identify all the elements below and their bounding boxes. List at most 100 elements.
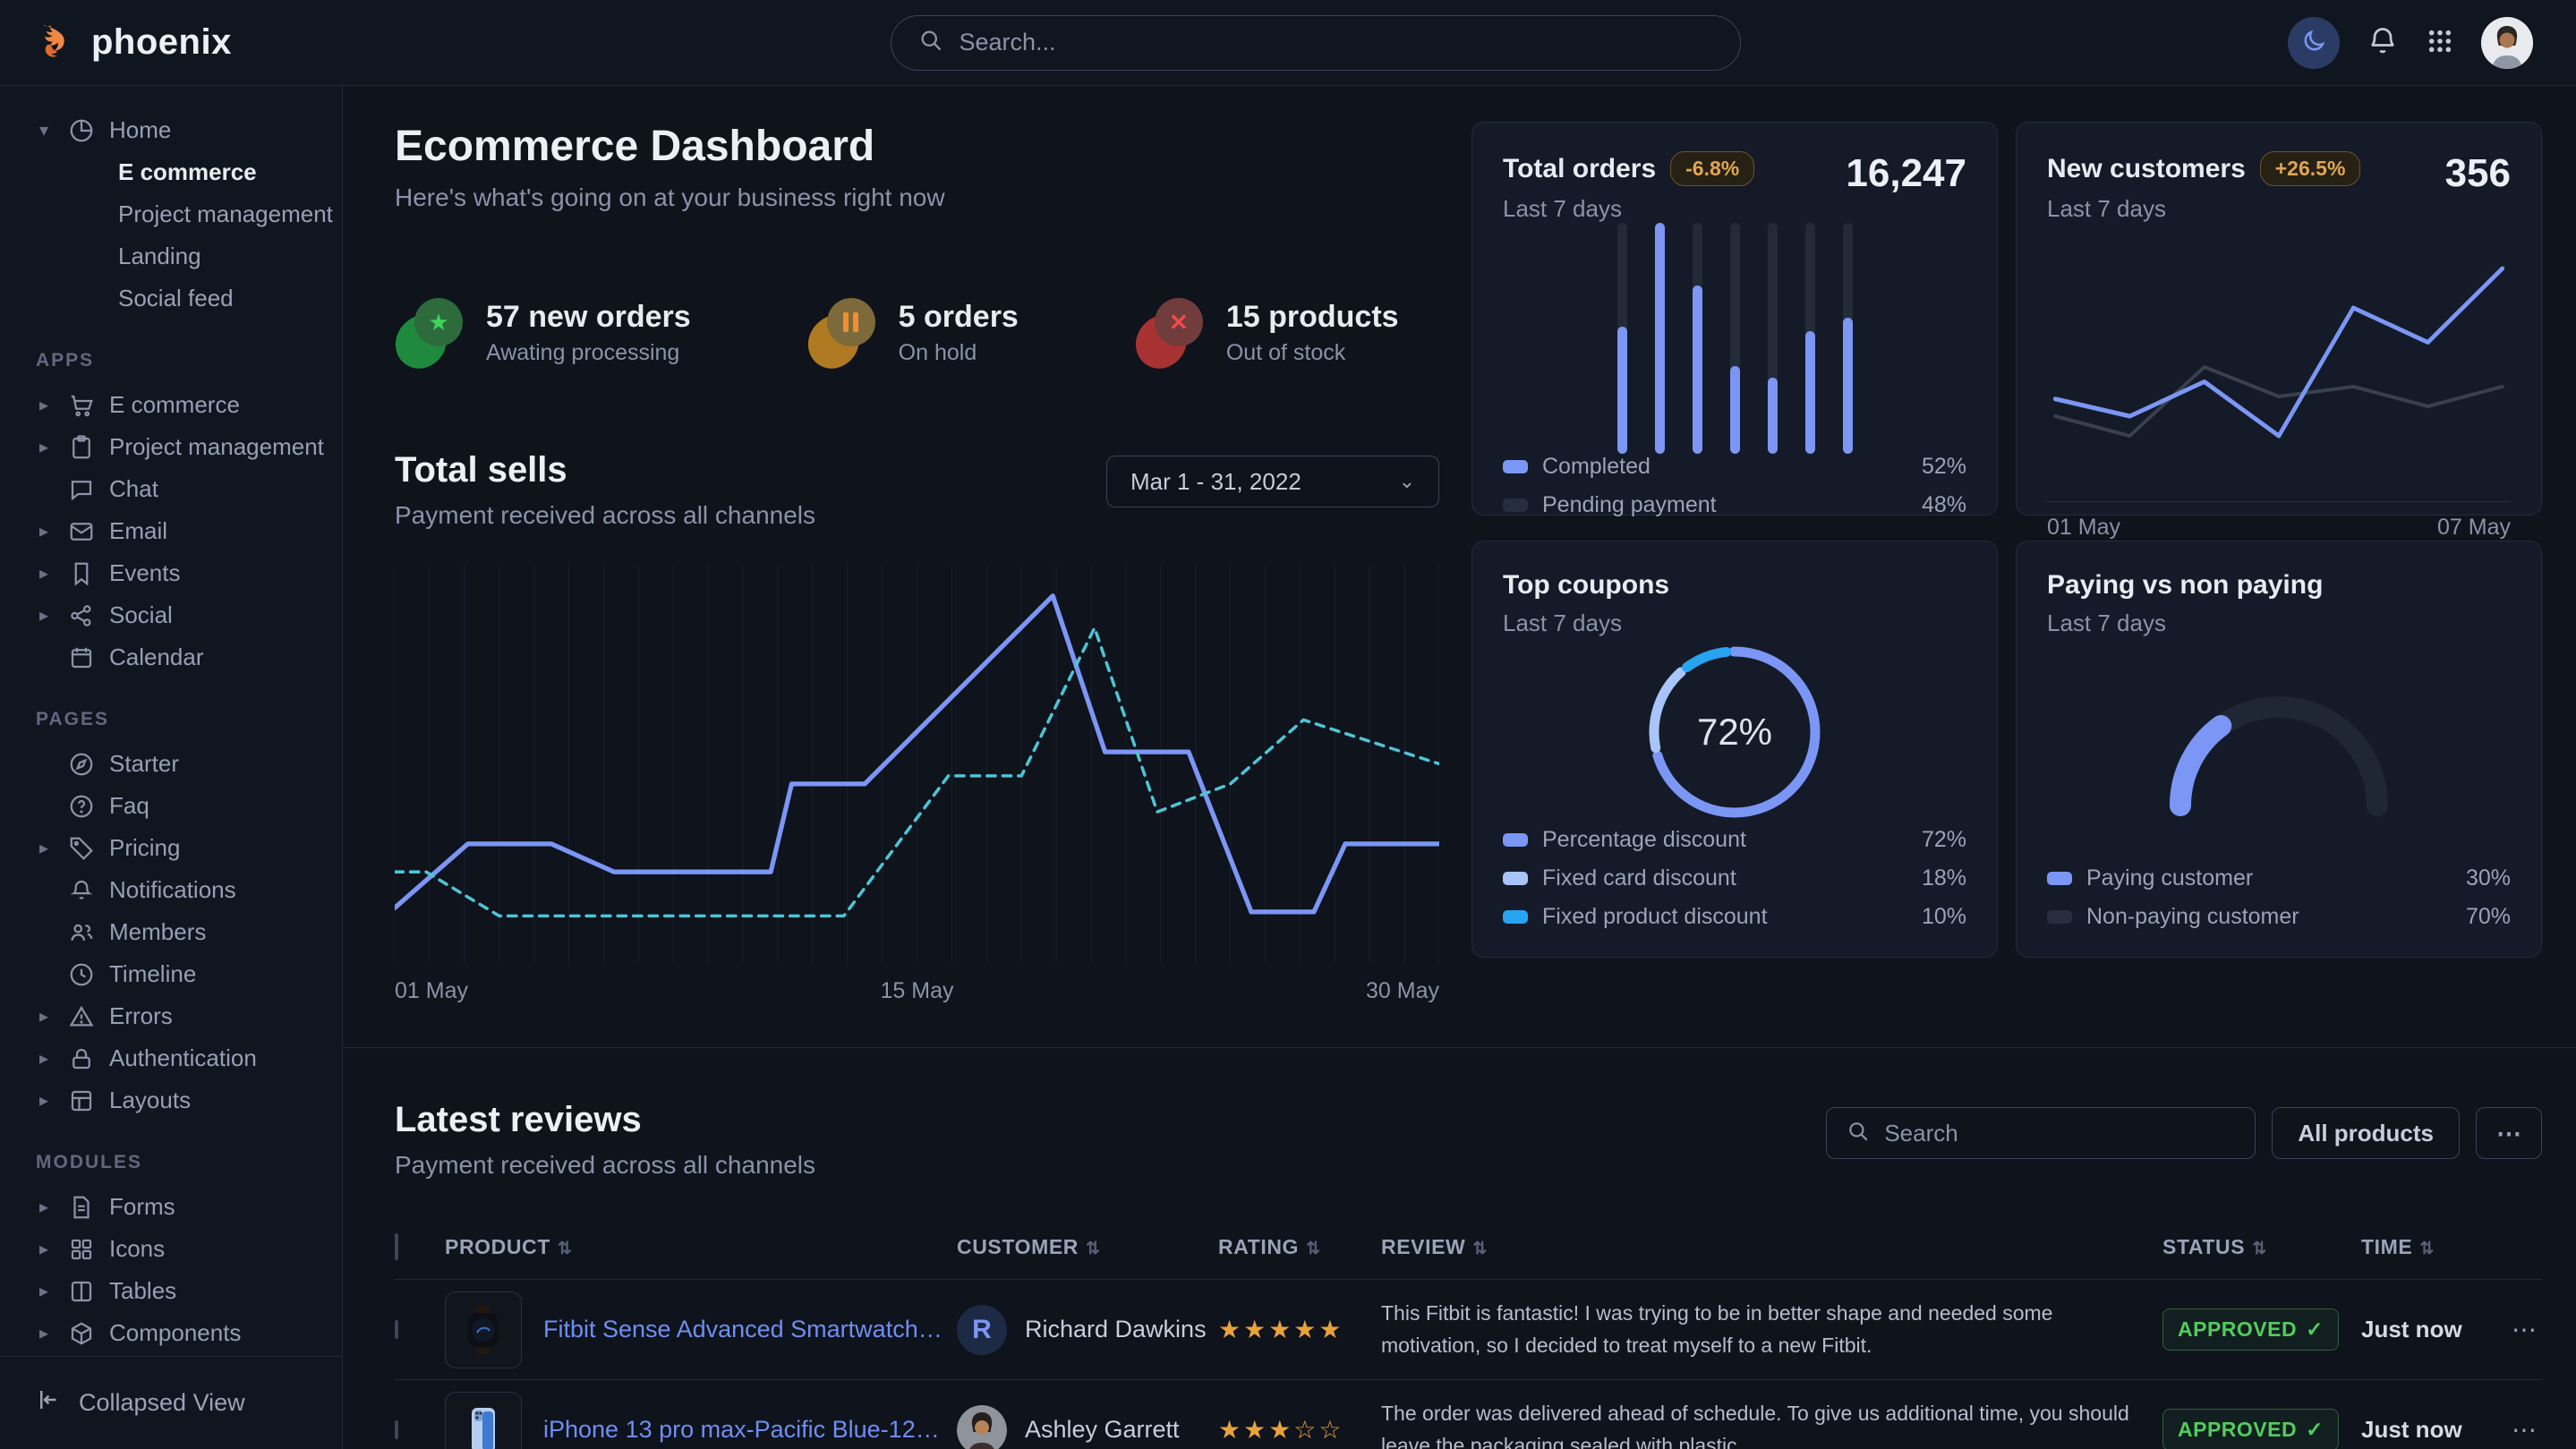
grid-dots-icon	[2426, 27, 2454, 58]
star-blob-icon: ★	[395, 298, 463, 368]
reviews-title: Latest reviews	[395, 1100, 815, 1140]
total-sells-chart	[395, 564, 1439, 964]
collapse-label: Collapsed View	[79, 1389, 245, 1417]
sidebar-subitem-social-feed[interactable]: Social feed	[0, 277, 342, 320]
sidebar-item-icons[interactable]: ▸ Icons	[0, 1228, 342, 1270]
product-thumbnail-smartwatch	[445, 1291, 522, 1368]
product-link[interactable]: Fitbit Sense Advanced Smartwatch with To…	[543, 1316, 946, 1343]
col-rating[interactable]: RATING⇅	[1218, 1235, 1370, 1259]
check-icon: ✓	[2306, 1317, 2324, 1342]
table-more-button[interactable]: ⋯	[2476, 1107, 2542, 1159]
reviews-search-input[interactable]	[1884, 1120, 2235, 1147]
sidebar-item-project-management-app[interactable]: ▸ Project management	[0, 426, 342, 468]
sidebar-item-forms[interactable]: ▸ Forms	[0, 1186, 342, 1228]
sidebar-item-timeline[interactable]: Timeline	[0, 953, 342, 995]
table-header-row: PRODUCT⇅ CUSTOMER⇅ RATING⇅ REVIEW⇅ STATU…	[395, 1219, 2542, 1279]
pie-chart-icon	[68, 117, 95, 144]
sidebar-item-layouts[interactable]: ▸ Layouts	[0, 1079, 342, 1121]
latest-reviews-section: Latest reviews Payment received across a…	[395, 1048, 2542, 1449]
row-checkbox[interactable]	[395, 1320, 398, 1339]
sidebar-subitem-ecommerce[interactable]: E commerce	[0, 151, 342, 193]
all-products-button[interactable]: All products	[2272, 1107, 2460, 1159]
sidebar-item-starter[interactable]: Starter	[0, 743, 342, 785]
sidebar-item-social[interactable]: ▸ Social	[0, 594, 342, 636]
sidebar-item-email[interactable]: ▸ Email	[0, 510, 342, 552]
col-review[interactable]: REVIEW⇅	[1381, 1235, 2152, 1259]
sidebar-item-tables[interactable]: ▸ Tables	[0, 1270, 342, 1312]
sidebar-item-notifications[interactable]: Notifications	[0, 869, 342, 911]
legend-fixed-product-discount: Fixed product discount 10%	[1503, 904, 1966, 930]
sidebar-item-home[interactable]: ▾ Home	[0, 109, 342, 151]
total-orders-card: Total orders -6.8% Last 7 days 16,247 Co…	[1471, 122, 1998, 516]
collapse-sidebar-button[interactable]: Collapsed View	[0, 1356, 342, 1449]
paying-vs-non-paying-card: Paying vs non paying Last 7 days Paying …	[2016, 541, 2542, 958]
phoenix-logo-icon	[36, 20, 77, 65]
kpi-cards: Total orders -6.8% Last 7 days 16,247 Co…	[1471, 122, 2542, 1004]
check-icon: ✓	[2306, 1418, 2324, 1442]
reviews-search[interactable]	[1826, 1107, 2256, 1159]
row-menu-button[interactable]: ⋯	[2506, 1315, 2542, 1344]
product-thumbnail-iphone	[445, 1392, 522, 1449]
envelope-icon	[68, 518, 95, 545]
collapse-icon	[36, 1386, 63, 1419]
total-sells-x-axis: 01 May 15 May 30 May	[395, 978, 1439, 1004]
rating-stars: ★★★☆☆	[1218, 1415, 1370, 1445]
col-product[interactable]: PRODUCT⇅	[445, 1235, 946, 1259]
row-checkbox[interactable]	[395, 1420, 398, 1439]
sidebar-item-events[interactable]: ▸ Events	[0, 552, 342, 594]
sidebar-item-pricing[interactable]: ▸ Pricing	[0, 827, 342, 869]
sidebar-item-faq[interactable]: Faq	[0, 785, 342, 827]
caret-right-icon: ▸	[34, 1047, 54, 1070]
layout-icon	[68, 1087, 95, 1114]
col-status[interactable]: STATUS⇅	[2162, 1235, 2350, 1259]
review-text: The order was delivered ahead of schedul…	[1381, 1398, 2152, 1449]
calendar-icon	[68, 644, 95, 671]
date-range-value: Mar 1 - 31, 2022	[1130, 468, 1301, 496]
sidebar-item-components[interactable]: ▸ Components	[0, 1312, 342, 1354]
sidebar-subitem-landing[interactable]: Landing	[0, 235, 342, 277]
legend-pending: Pending payment 48%	[1503, 492, 1966, 518]
alert-triangle-icon	[68, 1003, 95, 1030]
global-search-input[interactable]	[960, 29, 1713, 56]
legend-non-paying: Non-paying customer 70%	[2047, 904, 2511, 930]
search-icon	[918, 28, 943, 57]
sidebar-item-members[interactable]: Members	[0, 911, 342, 953]
notifications-button[interactable]	[2367, 25, 2399, 60]
top-coupons-donut-chart: 72%	[1503, 637, 1966, 827]
caret-right-icon: ▸	[34, 1089, 54, 1112]
customer-avatar: R	[957, 1305, 1007, 1355]
time-text: Just now	[2361, 1316, 2495, 1343]
theme-toggle-button[interactable]	[2288, 17, 2340, 69]
user-avatar[interactable]	[2481, 17, 2533, 69]
sidebar-item-errors[interactable]: ▸ Errors	[0, 995, 342, 1037]
file-text-icon	[68, 1194, 95, 1221]
caret-right-icon: ▸	[34, 394, 54, 416]
product-link[interactable]: iPhone 13 pro max-Pacific Blue-128GB sto…	[543, 1416, 946, 1444]
brand[interactable]: phoenix	[0, 20, 343, 65]
apps-menu-button[interactable]	[2426, 27, 2454, 58]
global-search[interactable]	[891, 15, 1741, 71]
legend-percentage-discount: Percentage discount 72%	[1503, 827, 1966, 853]
sidebar-item-chat[interactable]: Chat	[0, 468, 342, 510]
page-subtitle: Here's what's going on at your business …	[395, 183, 1439, 212]
sidebar-item-ecommerce-app[interactable]: ▸ E commerce	[0, 384, 342, 426]
customer-name: Ashley Garrett	[1025, 1416, 1180, 1444]
sidebar-item-authentication[interactable]: ▸ Authentication	[0, 1037, 342, 1079]
row-menu-button[interactable]: ⋯	[2506, 1415, 2542, 1445]
sort-icon: ⇅	[1472, 1240, 1488, 1258]
review-text: This Fitbit is fantastic! I was trying t…	[1381, 1298, 2152, 1361]
sidebar-item-calendar[interactable]: Calendar	[0, 636, 342, 678]
cart-icon	[68, 392, 95, 419]
bell-icon	[68, 877, 95, 904]
caret-right-icon: ▸	[34, 1005, 54, 1027]
select-all-checkbox[interactable]	[395, 1233, 398, 1260]
col-time[interactable]: TIME⇅	[2361, 1235, 2495, 1259]
change-badge: +26.5%	[2260, 151, 2361, 186]
col-customer[interactable]: CUSTOMER⇅	[957, 1235, 1207, 1259]
total-sells-title: Total sells	[395, 450, 815, 490]
date-range-select[interactable]: Mar 1 - 31, 2022 ⌄	[1106, 456, 1439, 507]
reviews-subtitle: Payment received across all channels	[395, 1151, 815, 1180]
users-icon	[68, 919, 95, 946]
box-icon	[68, 1320, 95, 1347]
sidebar-subitem-project-management[interactable]: Project management	[0, 193, 342, 235]
